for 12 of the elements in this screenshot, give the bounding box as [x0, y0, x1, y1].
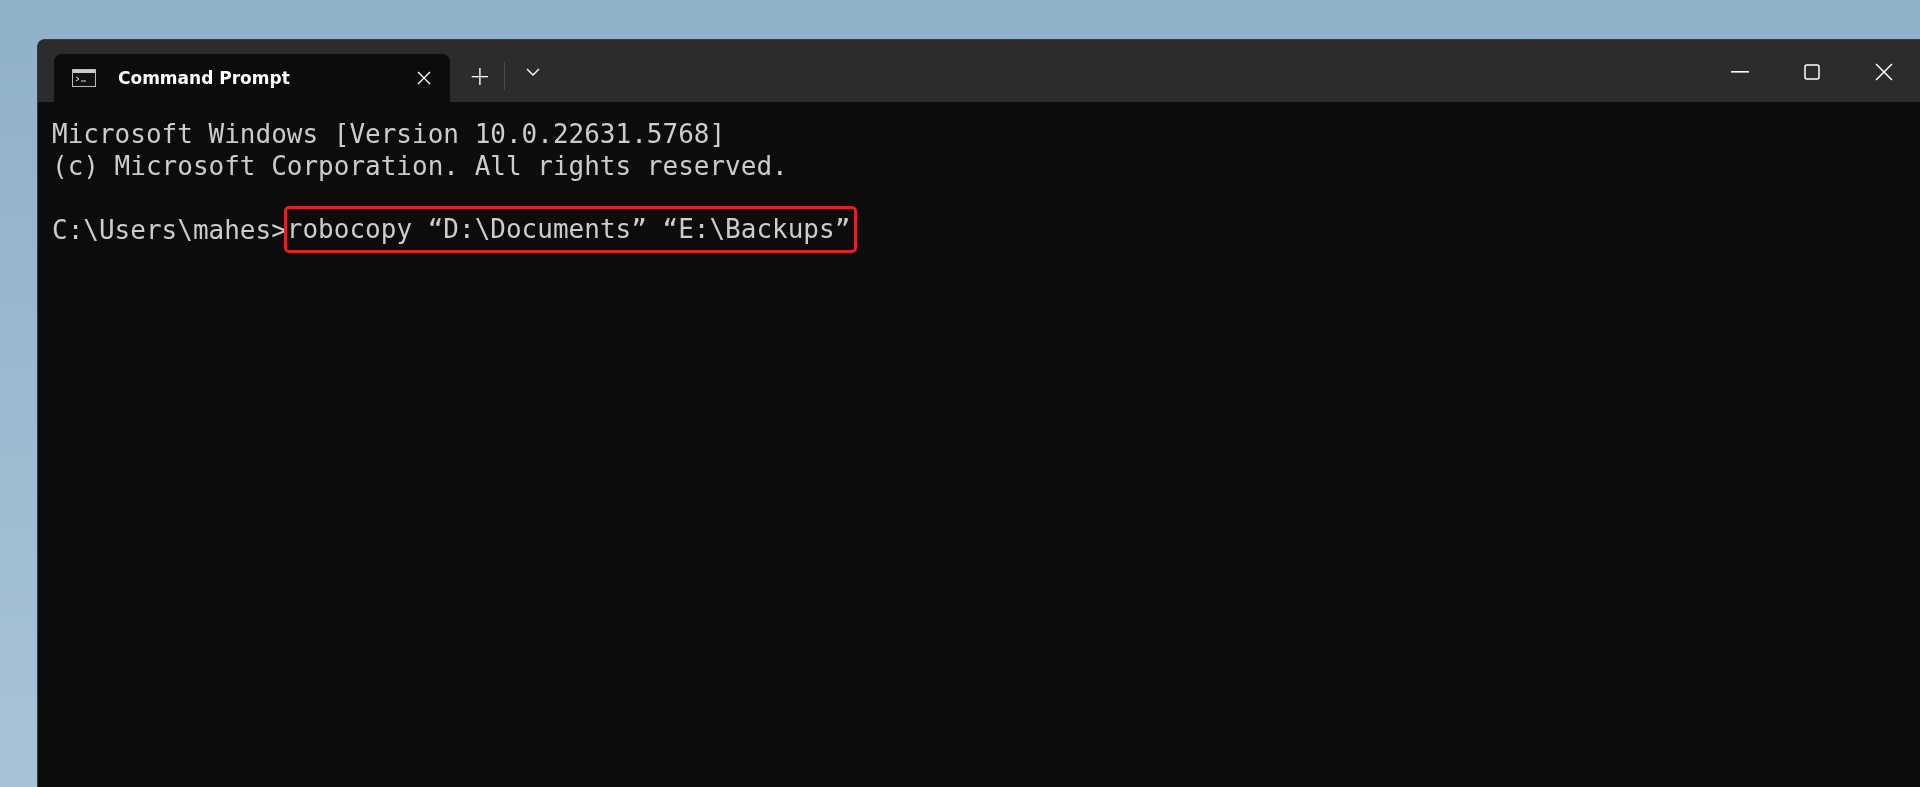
minimize-icon — [1731, 71, 1749, 73]
console-line: (c) Microsoft Corporation. All rights reserved. — [52, 150, 789, 182]
maximize-icon — [1804, 64, 1820, 80]
tab-title: Command Prompt — [118, 68, 291, 88]
new-tab-button[interactable]: + — [460, 56, 500, 96]
command-text: robocopy “D:\Documents” “E:\Backups” — [283, 206, 858, 253]
close-tab-icon[interactable] — [416, 70, 432, 86]
tab[interactable]: Command Prompt — [54, 54, 450, 102]
terminal-icon — [72, 69, 96, 87]
close-icon — [1875, 63, 1893, 81]
console-line: Microsoft Windows [Version 10.0.22631.5768] — [52, 118, 727, 150]
chevron-down-icon — [526, 68, 540, 76]
